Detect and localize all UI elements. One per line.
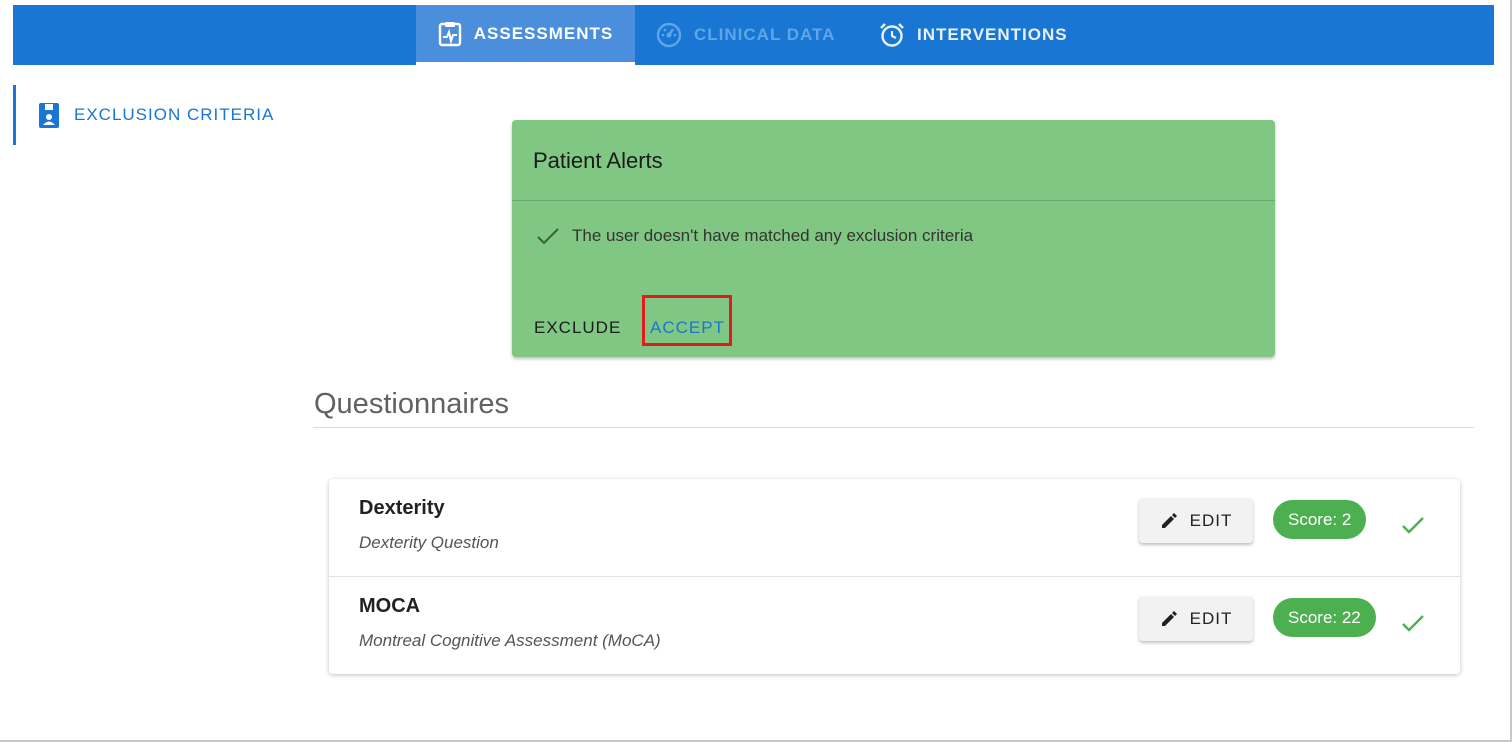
pencil-icon: [1161, 512, 1177, 528]
questionnaires-heading: Questionnaires: [314, 388, 510, 420]
clipboard-pulse-icon: [438, 21, 461, 46]
patient-alerts-card: Patient Alerts The user doesn't have mat…: [512, 120, 1275, 357]
check-icon: [1402, 615, 1424, 632]
alert-message-text: The user doesn't have matched any exclus…: [572, 226, 974, 245]
questionnaire-subtitle: Dexterity Question: [359, 533, 499, 552]
edit-button-label: EDIT: [1189, 510, 1233, 530]
sidebar-item-exclusion-criteria[interactable]: EXCLUSION CRITERIA: [13, 85, 303, 145]
sidebar-item-label: EXCLUSION CRITERIA: [74, 105, 275, 124]
questionnaires-list: Dexterity Dexterity Question EDIT Score:…: [329, 479, 1460, 674]
score-badge: Score: 22: [1273, 598, 1376, 637]
tab-label: CLINICAL DATA: [694, 25, 836, 44]
section-divider: [313, 427, 1474, 428]
exclude-button[interactable]: EXCLUDE: [534, 310, 621, 346]
top-nav-bar: ASSESSMENTS CLINICAL DATA INTERVENTIONS: [13, 5, 1494, 65]
app-frame: ASSESSMENTS CLINICAL DATA INTERVENTIONS: [0, 0, 1512, 742]
alert-divider: [512, 200, 1275, 201]
edit-button[interactable]: EDIT: [1139, 498, 1253, 543]
pencil-icon: [1161, 610, 1177, 626]
alert-title: Patient Alerts: [533, 148, 663, 173]
list-item: Dexterity Dexterity Question EDIT Score:…: [329, 479, 1460, 577]
check-icon: [537, 228, 559, 245]
check-icon: [1402, 517, 1424, 534]
edit-button-label: EDIT: [1189, 608, 1233, 628]
tab-assessments[interactable]: ASSESSMENTS: [416, 5, 635, 65]
questionnaire-title: MOCA: [359, 595, 421, 617]
score-badge: Score: 2: [1273, 500, 1367, 539]
tab-interventions[interactable]: INTERVENTIONS: [879, 5, 1068, 65]
tab-clinical-data[interactable]: CLINICAL DATA: [656, 5, 835, 65]
patient-file-icon: [39, 103, 59, 128]
alarm-clock-icon: [880, 23, 904, 47]
edit-button[interactable]: EDIT: [1139, 596, 1253, 641]
tab-label: ASSESSMENTS: [473, 23, 614, 43]
questionnaire-title: Dexterity: [359, 497, 445, 519]
tab-label: INTERVENTIONS: [917, 25, 1068, 44]
alert-message: The user doesn't have matched any exclus…: [536, 226, 973, 246]
list-item: MOCA Montreal Cognitive Assessment (MoCA…: [329, 577, 1460, 674]
questionnaire-subtitle: Montreal Cognitive Assessment (MoCA): [359, 631, 661, 650]
accept-highlight-box: [642, 295, 732, 346]
speedometer-icon: [656, 22, 682, 48]
